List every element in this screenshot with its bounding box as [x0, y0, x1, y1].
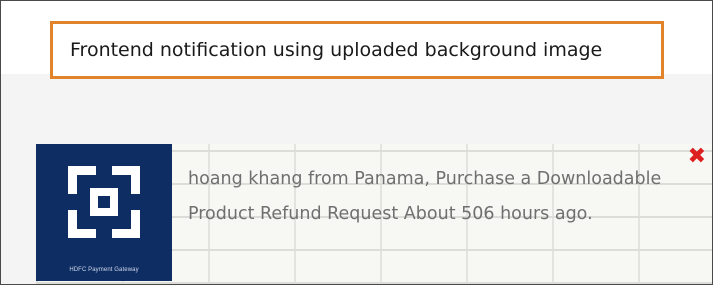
notification-message: hoang khang from Panama, Purchase a Down…	[188, 169, 662, 224]
thumbnail-caption: HDFC Payment Gateway	[69, 267, 139, 273]
notification-popup[interactable]: HDFC Payment Gateway hoang khang from Pa…	[36, 144, 712, 284]
caption-box: Frontend notification using uploaded bac…	[50, 21, 664, 79]
product-thumbnail[interactable]: HDFC Payment Gateway	[36, 144, 172, 281]
close-icon[interactable]: ✖	[688, 146, 706, 168]
caption-text: Frontend notification using uploaded bac…	[70, 39, 603, 61]
screenshot-frame: Frontend notification using uploaded bac…	[0, 0, 713, 285]
hdfc-logo-icon	[68, 166, 140, 238]
